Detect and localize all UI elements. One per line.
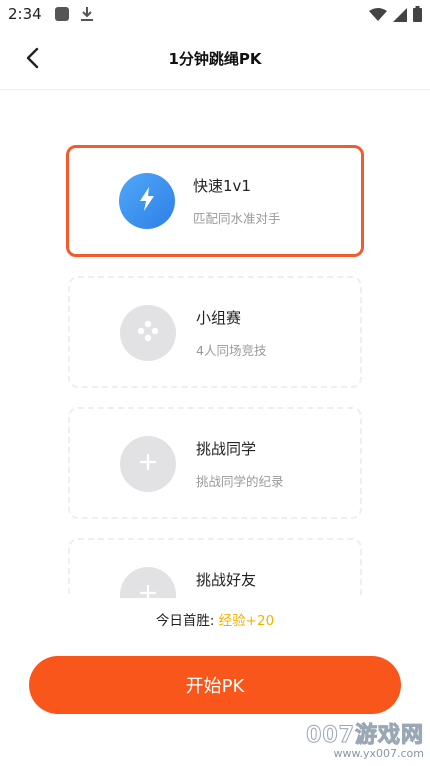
mode-icon-circle xyxy=(120,305,176,361)
mode-subtitle: 4人同场竞技 xyxy=(196,343,267,358)
mode-card-quick-1v1[interactable]: 快速1v1 匹配同水准对手 xyxy=(66,145,364,257)
start-pk-button[interactable]: 开始PK xyxy=(29,656,401,714)
mode-icon-circle xyxy=(120,567,176,598)
battery-icon xyxy=(413,6,422,26)
mode-list[interactable]: 快速1v1 匹配同水准对手 小组赛 4人同场竞技 挑战同学 挑战同学的纪录 挑战… xyxy=(0,91,430,598)
plus-icon xyxy=(139,584,157,598)
navigation-bar: 1分钟跳绳PK xyxy=(0,30,430,90)
mode-subtitle: 挑战同学的纪录 xyxy=(196,474,284,489)
mode-card-group-match[interactable]: 小组赛 4人同场竞技 xyxy=(68,276,362,388)
watermark-brand: 007游戏网 xyxy=(306,723,424,749)
mode-subtitle: 匹配同水准对手 xyxy=(193,211,281,226)
first-win-reward: 今日首胜: 经验+20 xyxy=(0,609,430,629)
lightning-icon xyxy=(137,186,157,216)
reward-label: 今日首胜: xyxy=(155,613,219,629)
mode-card-challenge-classmate[interactable]: 挑战同学 挑战同学的纪录 xyxy=(68,407,362,519)
mode-icon-circle xyxy=(119,173,175,229)
mode-title: 快速1v1 xyxy=(193,177,251,195)
mode-card-challenge-friend[interactable]: 挑战好友 xyxy=(68,538,362,598)
status-bar: 2:34 xyxy=(0,0,430,30)
download-icon xyxy=(80,6,94,26)
gamepad-icon xyxy=(137,320,159,346)
signal-icon xyxy=(393,7,407,26)
app-notification-icon xyxy=(54,6,70,26)
status-time: 2:34 xyxy=(8,5,42,23)
watermark: 007游戏网 www.yx007.com xyxy=(306,717,424,761)
mode-icon-circle xyxy=(120,436,176,492)
mode-title: 小组赛 xyxy=(196,309,242,327)
reward-value: 经验+20 xyxy=(218,613,275,629)
plus-icon xyxy=(139,453,157,475)
page-title: 1分钟跳绳PK xyxy=(168,50,262,68)
wifi-icon xyxy=(369,7,387,26)
mode-title: 挑战好友 xyxy=(196,571,257,589)
mode-title: 挑战同学 xyxy=(196,440,257,458)
